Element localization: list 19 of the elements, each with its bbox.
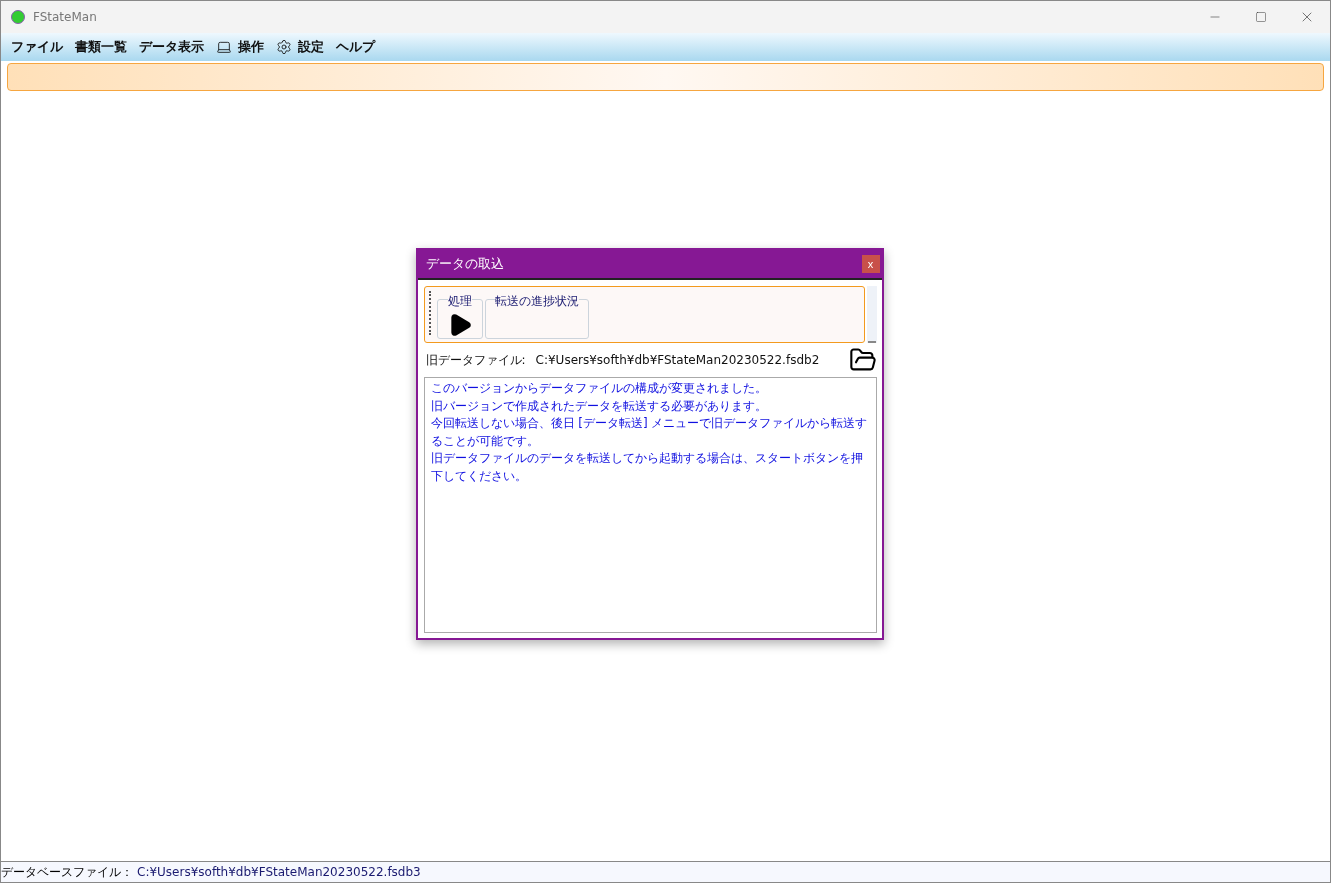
menu-item[interactable]: 操作 [238,38,264,56]
field-label: 旧データファイル: [425,351,526,369]
app-icon [11,10,25,24]
menu-item[interactable]: ファイル [11,38,63,56]
menu-item[interactable]: 書類一覧 [75,38,127,56]
menu-item[interactable]: ヘルプ [336,38,375,56]
menu-item[interactable]: 設定 [298,38,324,56]
status-label: データベースファイル： [1,863,133,881]
dialog-title: データの取込 [425,255,504,273]
grip-icon[interactable] [428,291,433,335]
file-path: C:¥Users¥softh¥db¥FStateMan20230522.fsdb2 [535,353,821,367]
window-title: FStateMan [33,10,98,24]
message-text: このバージョンからデータファイルの構成が変更されました。 旧バージョンで作成されたデータを転送する必要があります。 今回転送しない場合、後日 [データ転送] メニューで旧データファイルから転送することが可能です。 旧データファイルのデータを転送してから起動する場合は、スタートボタンを押下してください。 [423,377,877,633]
status-path: C:¥Users¥softh¥db¥FStateMan20230522.fsdb3 [137,865,421,879]
laptop-icon[interactable] [216,39,232,55]
settings-icon[interactable] [276,39,292,55]
scrollbar[interactable] [866,286,877,343]
close-button[interactable]: x [861,255,880,273]
menu-item[interactable]: データ表示 [139,38,204,56]
